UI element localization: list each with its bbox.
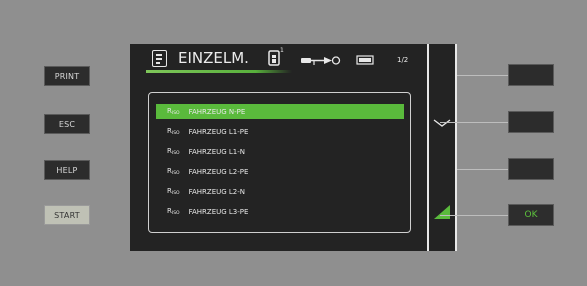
battery-icon	[356, 55, 374, 65]
riso-symbol: RISO	[167, 127, 180, 136]
screen-header: EINZELM. 1 1/2	[130, 44, 427, 74]
riso-symbol: RISO	[167, 167, 180, 176]
connector-line	[440, 122, 509, 123]
measurement-list: RISO FAHRZEUG N-PE RISO FAHRZEUG L1-PE R…	[148, 92, 411, 233]
screen-title: EINZELM.	[178, 49, 249, 67]
page-indicator: 1/2	[397, 56, 409, 64]
list-item[interactable]: RISO FAHRZEUG L2-N	[156, 184, 404, 199]
softkey-2[interactable]	[508, 111, 554, 133]
start-button[interactable]: START	[44, 205, 90, 225]
list-item-label: FAHRZEUG L2-PE	[188, 167, 249, 176]
chevron-down-icon[interactable]	[433, 118, 451, 128]
plug-connector-icon	[301, 56, 341, 65]
connector-line	[440, 215, 509, 216]
list-item-label: FAHRZEUG L3-PE	[188, 207, 249, 216]
riso-symbol: RISO	[167, 147, 180, 156]
green-triangle-icon[interactable]	[433, 204, 451, 220]
list-item[interactable]: RISO FAHRZEUG N-PE	[156, 104, 404, 119]
list-item-label: FAHRZEUG L2-N	[188, 187, 246, 196]
list-item-label: FAHRZEUG L1-PE	[188, 127, 249, 136]
connector-line	[457, 169, 509, 170]
riso-symbol: RISO	[167, 207, 180, 216]
ok-button[interactable]: OK	[508, 204, 554, 226]
riso-symbol: RISO	[167, 107, 180, 116]
probe-superscript: 1	[280, 47, 284, 54]
list-item[interactable]: RISO FAHRZEUG L2-PE	[156, 164, 404, 179]
softkey-strip	[427, 44, 457, 251]
title-underline	[146, 70, 292, 73]
softkey-1[interactable]	[508, 64, 554, 86]
print-button[interactable]: PRINT	[44, 66, 90, 86]
riso-symbol: RISO	[167, 187, 180, 196]
display-screen: EINZELM. 1 1/2 RISO FAHRZEUG N-PE RISO F…	[130, 44, 427, 251]
help-button[interactable]: HELP	[44, 160, 90, 180]
list-item[interactable]: RISO FAHRZEUG L3-PE	[156, 204, 404, 219]
document-list-icon	[152, 50, 167, 67]
divider	[427, 44, 429, 251]
esc-button[interactable]: ESC	[44, 114, 90, 134]
softkey-3[interactable]	[508, 158, 554, 180]
list-item-label: FAHRZEUG N-PE	[188, 107, 246, 116]
list-item[interactable]: RISO FAHRZEUG L1-PE	[156, 124, 404, 139]
list-item[interactable]: RISO FAHRZEUG L1-N	[156, 144, 404, 159]
connector-line	[457, 75, 509, 76]
list-item-label: FAHRZEUG L1-N	[188, 147, 246, 156]
